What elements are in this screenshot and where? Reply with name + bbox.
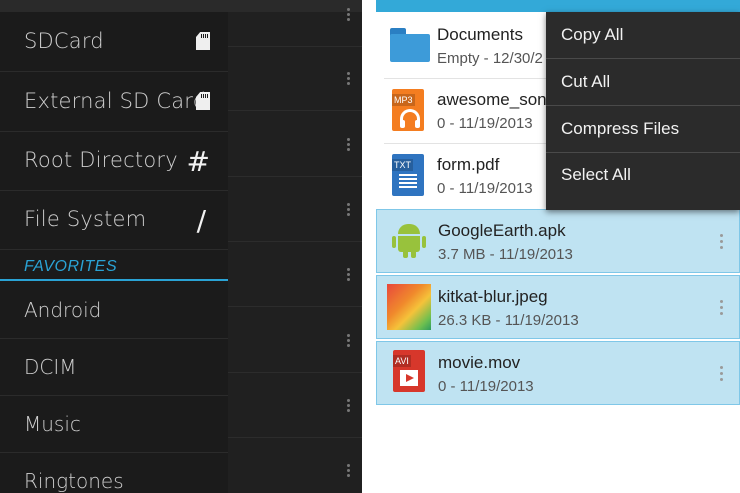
overflow-icon[interactable] [719,234,723,250]
slash-icon: / [196,204,206,237]
list-item [228,46,362,111]
menu-item-label: Select All [561,165,631,184]
drawer-favorite-dcim[interactable]: DCIM [0,339,228,396]
file-row-kitkat-blur-jpeg[interactable]: kitkat-blur.jpeg 26.3 KB - 11/19/2013 [376,275,740,339]
file-meta: 0 - 11/19/2013 [437,115,533,132]
drawer-item-external-sd-card[interactable]: External SD Card [0,72,228,132]
navigation-drawer: SDCard External SD Card Root Directory #… [0,12,228,493]
drawer-favorite-android[interactable]: Android [0,282,228,339]
favorite-label: Ringtones [24,469,124,493]
file-name: kitkat-blur.jpeg [438,287,548,306]
folder-icon [390,24,430,68]
drawer-item-label: SDCard [24,29,104,53]
action-bar [376,0,740,12]
video-file-icon: AVI [393,350,425,392]
background-file-list [228,8,362,493]
image-thumbnail [387,284,431,330]
list-item [228,373,362,438]
file-name: Documents [437,25,523,44]
menu-item-label: Cut All [561,72,611,91]
sd-card-icon [196,92,210,110]
file-row-movie-mov[interactable]: AVI movie.mov 0 - 11/19/2013 [376,341,740,405]
left-screen: SDCard External SD Card Root Directory #… [0,0,362,493]
sd-card-icon [196,32,210,50]
drawer-item-label: Root Directory [24,148,178,172]
file-name: GoogleEarth.apk [438,221,566,240]
file-name: awesome_son [437,90,547,109]
overflow-icon [346,268,350,282]
android-icon [392,224,426,258]
overflow-icon[interactable] [719,300,723,316]
drawer-item-label: External SD Card [24,89,207,113]
list-item [228,0,362,47]
text-file-icon: TXT [392,154,424,196]
menu-item-cut-all[interactable]: Cut All [546,59,740,106]
list-item [228,438,362,493]
file-meta: 3.7 MB - 11/19/2013 [438,246,573,263]
favorites-divider [0,279,228,281]
audio-file-icon: MP3 [392,89,424,131]
menu-item-label: Copy All [561,25,624,44]
drawer-favorite-music[interactable]: Music [0,396,228,453]
menu-item-label: Compress Files [561,119,680,138]
menu-item-select-all[interactable]: Select All [546,152,740,198]
menu-item-copy-all[interactable]: Copy All [546,12,740,59]
favorite-label: Music [24,412,81,436]
file-name: movie.mov [438,353,521,372]
overflow-icon [346,464,350,478]
file-row-googleearth-apk[interactable]: GoogleEarth.apk 3.7 MB - 11/19/2013 [376,209,740,273]
menu-item-compress-files[interactable]: Compress Files [546,106,740,153]
drawer-item-sdcard[interactable]: SDCard [0,12,228,72]
drawer-item-root-directory[interactable]: Root Directory # [0,131,228,191]
favorites-header: FAVORITES [24,258,118,275]
file-meta: 26.3 KB - 11/19/2013 [438,312,579,329]
file-meta: Empty - 12/30/2 [437,50,543,67]
drawer-favorite-ringtones[interactable]: Ringtones [0,453,228,493]
overflow-icon [346,8,350,22]
file-name: form.pdf [437,155,500,174]
drawer-item-label: File System [24,207,147,231]
file-meta: 0 - 11/19/2013 [437,180,533,197]
favorite-label: DCIM [24,355,77,379]
overflow-icon [346,72,350,86]
file-meta: 0 - 11/19/2013 [438,378,534,395]
list-item [228,308,362,373]
overflow-icon[interactable] [719,366,723,382]
overflow-icon [346,203,350,217]
overflow-icon [346,138,350,152]
list-item [228,177,362,242]
list-item [228,242,362,307]
overflow-icon [346,399,350,413]
list-item [228,112,362,177]
favorite-label: Android [24,298,102,322]
hash-icon: # [186,145,210,178]
drawer-item-file-system[interactable]: File System / [0,190,228,250]
overflow-icon [346,334,350,348]
overflow-menu: Copy All Cut All Compress Files Select A… [546,12,740,210]
